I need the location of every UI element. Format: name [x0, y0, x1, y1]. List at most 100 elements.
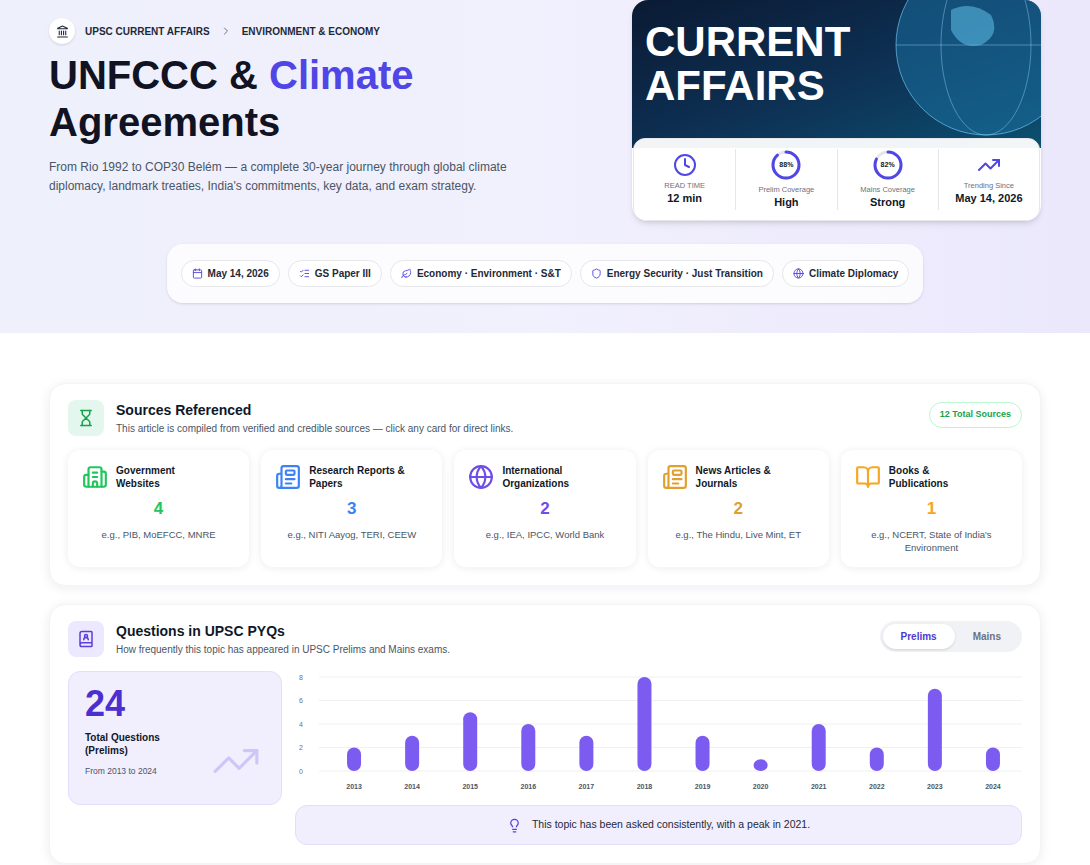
- source-card[interactable]: Research Reports & Papers 3 e.g., NITI Aay…: [261, 450, 442, 567]
- trending-icon: [977, 153, 1001, 177]
- tag-chip[interactable]: GS Paper III: [288, 260, 382, 287]
- source-card[interactable]: News Articles & Journals2e.g., The Hindu…: [648, 450, 829, 567]
- breadcrumb-item[interactable]: ENVIRONMENT & ECONOMY: [242, 24, 380, 39]
- sources-title: Sources Referenced: [116, 400, 513, 421]
- insight-box: This topic has been asked consistently, …: [295, 805, 1022, 845]
- tag-icon: [299, 268, 310, 279]
- source-count: 1: [927, 496, 936, 522]
- pyq-icon-box: [68, 621, 104, 657]
- insight-text: This topic has been asked consistently, …: [532, 817, 810, 833]
- tag-chip[interactable]: May 14, 2026: [181, 260, 280, 287]
- stat-value: High: [774, 196, 798, 210]
- source-icon: [662, 464, 688, 490]
- tag-label: Energy Security · Just Transition: [607, 266, 763, 281]
- exam-tab[interactable]: Prelims: [883, 624, 955, 649]
- svg-text:2024: 2024: [985, 783, 1001, 790]
- content: Sources ReferencedThis article is compil…: [0, 333, 1090, 865]
- exam-toggle: PrelimsMains: [880, 621, 1022, 652]
- source-label: Books & Publications: [889, 464, 985, 490]
- sources-grid: Government Websites 4 e.g., PIB, MoEFCC, M…: [68, 450, 1022, 567]
- stat-value: 12 min: [667, 192, 702, 206]
- page: UPSC CURRENT AFFAIRS ENVIRONMENT & ECONOM…: [0, 0, 1090, 865]
- page-title: UNFCCC & Climate Agreements: [49, 52, 449, 146]
- tag-label: Climate Diplomacy: [809, 266, 898, 281]
- coverage-ring: 88%: [770, 149, 802, 181]
- tag-chip[interactable]: Energy Security · Just Transition: [580, 260, 774, 287]
- svg-text:2023: 2023: [927, 783, 943, 790]
- breadcrumb: UPSC CURRENT AFFAIRS ENVIRONMENT & ECONOM…: [49, 18, 609, 44]
- svg-text:0: 0: [299, 768, 303, 775]
- source-card[interactable]: Government Websites 4 e.g., PIB, MoEFCC, M…: [68, 450, 249, 567]
- svg-text:2014: 2014: [404, 783, 420, 790]
- tag-chip[interactable]: Economy · Environment · S&T: [390, 260, 572, 287]
- pyq-card: Questions in UPSC PYQsHow frequently thi…: [49, 604, 1041, 864]
- stat-label: Mains Coverage: [860, 185, 915, 194]
- svg-text:2013: 2013: [346, 783, 362, 790]
- banner-image: CURRENTAFFAIRS: [632, 0, 1041, 148]
- tag-icon: [401, 268, 412, 279]
- svg-text:2022: 2022: [869, 783, 885, 790]
- stats-panel: READ TIME 12 min 88% Prelim Coverage High 82%…: [633, 138, 1040, 221]
- exam-tab[interactable]: Mains: [955, 624, 1019, 649]
- ring-reading: 82%: [881, 160, 895, 171]
- source-card[interactable]: International Organizations2e.g., IEA, I…: [454, 450, 635, 567]
- source-count: 4: [154, 496, 163, 522]
- source-label: Research Reports & Papers: [309, 464, 405, 490]
- tag-icon: [192, 268, 203, 279]
- breadcrumb-home[interactable]: [49, 18, 75, 44]
- sources-subtitle: This article is compiled from verified a…: [116, 421, 513, 436]
- tag-label: May 14, 2026: [208, 266, 269, 281]
- source-count: 2: [540, 496, 549, 522]
- pyq-bar-chart: 0246820132014201520162017201820192020202…: [295, 671, 1022, 799]
- stat-label: Trending Since: [964, 181, 1014, 190]
- sources-card: Sources ReferencedThis article is compil…: [49, 383, 1041, 586]
- svg-text:2021: 2021: [811, 783, 827, 790]
- title-segment: Agreements: [49, 100, 280, 144]
- svg-text:8: 8: [299, 674, 303, 681]
- source-icon: [275, 464, 301, 490]
- pyq-title: Questions in UPSC PYQs: [116, 621, 450, 642]
- stat-label: READ TIME: [664, 181, 705, 190]
- source-examples: e.g., IEA, IPCC, World Bank: [486, 528, 605, 542]
- tag-chip[interactable]: Climate Diplomacy: [782, 260, 909, 287]
- title-segment: Climate: [269, 53, 414, 97]
- svg-text:6: 6: [299, 697, 303, 704]
- sources-badge: 12 Total Sources: [929, 402, 1022, 428]
- coverage-ring: 82%: [872, 149, 904, 181]
- stat-label: Prelim Coverage: [758, 185, 814, 194]
- source-card[interactable]: Books & Publications1e.g., NCERT, State …: [841, 450, 1022, 567]
- total-box: 24Total Questions (Prelims)From 2013 to …: [68, 671, 282, 805]
- total-label: Total Questions (Prelims): [85, 732, 195, 757]
- source-examples: e.g., NITI Aayog, TERI, CEEW: [287, 528, 416, 542]
- sources-icon-box: [68, 400, 104, 436]
- svg-text:2015: 2015: [462, 783, 478, 790]
- hero: UPSC CURRENT AFFAIRS ENVIRONMENT & ECONOM…: [0, 0, 1090, 333]
- total-count: 24: [85, 686, 265, 722]
- lightbulb-icon: [507, 818, 522, 833]
- svg-text:2018: 2018: [637, 783, 653, 790]
- source-label: Government Websites: [116, 464, 212, 490]
- stat-value: May 14, 2026: [955, 192, 1022, 206]
- banner-line: CURRENT: [645, 20, 1041, 64]
- tag-label: GS Paper III: [315, 266, 371, 281]
- tag-label: Economy · Environment · S&T: [417, 266, 561, 281]
- source-examples: e.g., The Hindu, Live Mint, ET: [675, 528, 801, 542]
- svg-text:2016: 2016: [521, 783, 537, 790]
- svg-text:4: 4: [299, 721, 303, 728]
- chevron-icon: [220, 25, 232, 37]
- source-count: 3: [347, 496, 356, 522]
- svg-text:2017: 2017: [579, 783, 595, 790]
- svg-text:2020: 2020: [753, 783, 769, 790]
- landmark-icon: [56, 25, 69, 38]
- breadcrumb-item[interactable]: UPSC CURRENT AFFAIRS: [85, 24, 210, 39]
- source-label: News Articles & Journals: [696, 464, 792, 490]
- globe-icon: [891, 0, 1041, 140]
- source-icon: [468, 464, 494, 490]
- source-examples: e.g., PIB, MoEFCC, MNRE: [102, 528, 216, 542]
- chart-line-icon: [211, 736, 261, 786]
- tag-icon: [793, 268, 804, 279]
- banner-card: CURRENTAFFAIRS READ TIME 12 min 88% Prelim C…: [632, 0, 1041, 221]
- pyq-subtitle: How frequently this topic has appeared i…: [116, 642, 450, 657]
- tag-strip: May 14, 2026 GS Paper III Economy · Enviro…: [167, 244, 924, 303]
- ring-reading: 88%: [779, 160, 793, 171]
